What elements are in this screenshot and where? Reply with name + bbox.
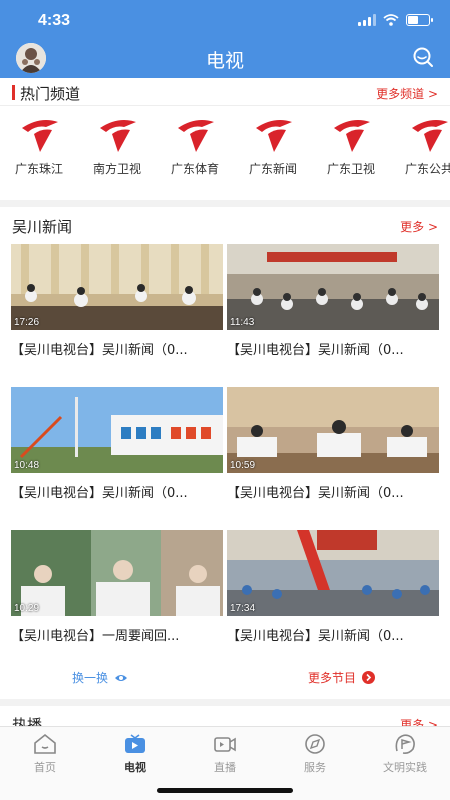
section-accent-bar bbox=[12, 85, 15, 100]
video-thumbnail: 10:29 bbox=[11, 530, 223, 616]
flag-badge-icon bbox=[395, 734, 415, 754]
signal-icon bbox=[358, 14, 376, 26]
channel-logo-icon bbox=[100, 120, 136, 152]
eye-icon bbox=[115, 674, 128, 681]
hot-channels-title: 热门频道 bbox=[20, 85, 81, 103]
channel-label: 广东公共 bbox=[404, 162, 450, 176]
video-thumbnail: 10:48 bbox=[11, 387, 223, 473]
tab-label: 首页 bbox=[34, 761, 56, 774]
news-more-link[interactable]: 更多 > bbox=[400, 218, 438, 235]
video-camera-icon bbox=[214, 737, 236, 752]
video-card[interactable]: 11:43 【吴川电视台】吴川新闻（0... bbox=[227, 244, 439, 358]
video-card[interactable]: 17:34 【吴川电视台】吴川新闻（0... bbox=[227, 530, 439, 644]
channel-label: 南方卫视 bbox=[92, 162, 141, 176]
news-section: 吴川新闻 更多 > 17:26 【吴川电视台】吴川新闻（0... 11:43 【… bbox=[0, 207, 450, 699]
tab-label: 服务 bbox=[304, 761, 326, 774]
tab-civilization-practice[interactable]: 文明实践 bbox=[370, 733, 440, 775]
channel-label: 广东新闻 bbox=[248, 162, 297, 176]
swap-button[interactable]: 换一换 bbox=[72, 669, 128, 686]
tab-home[interactable]: 首页 bbox=[10, 733, 80, 775]
page-title: 电视 bbox=[205, 50, 244, 72]
video-card[interactable]: 10:59 【吴川电视台】吴川新闻（0... bbox=[227, 387, 439, 501]
status-icons bbox=[358, 14, 433, 26]
tv-icon bbox=[125, 734, 145, 753]
tab-label: 直播 bbox=[214, 761, 236, 774]
status-time: 4:33 bbox=[38, 12, 71, 29]
channel-list: 广东珠江 南方卫视 广东体育 广东新闻 广东卫视 广东公共 bbox=[0, 112, 450, 196]
app-header: 4:33 电视 bbox=[0, 0, 450, 78]
video-title: 【吴川电视台】吴川新闻（0... bbox=[11, 343, 188, 358]
video-duration: 10:59 bbox=[230, 460, 256, 471]
channel-logo-icon bbox=[334, 120, 370, 152]
search-icon[interactable] bbox=[412, 46, 434, 68]
video-thumbnail: 17:26 bbox=[11, 244, 223, 330]
tab-label: 文明实践 bbox=[383, 761, 427, 774]
video-title: 【吴川电视台】吴川新闻（0... bbox=[227, 629, 404, 644]
video-duration: 10:29 bbox=[14, 603, 40, 614]
video-title: 【吴川电视台】吴川新闻（0... bbox=[11, 486, 188, 501]
chevron-right-circle-icon bbox=[362, 671, 376, 684]
video-duration: 11:43 bbox=[230, 317, 255, 328]
more-channels-link[interactable]: 更多频道 > bbox=[376, 85, 438, 102]
hot-channels-header: 热门频道 更多频道 > bbox=[0, 78, 450, 106]
video-duration: 10:48 bbox=[14, 460, 40, 471]
channel-logo-icon bbox=[412, 120, 448, 152]
wifi-icon bbox=[383, 14, 399, 26]
news-section-title: 吴川新闻 bbox=[12, 218, 73, 236]
channel-item[interactable]: 广东珠江 bbox=[6, 112, 72, 177]
video-card[interactable]: 10:29 【吴川电视台】一周要闻回... bbox=[11, 530, 223, 644]
channel-label: 广东珠江 bbox=[14, 162, 63, 176]
channel-logo-icon bbox=[256, 120, 292, 152]
home-indicator[interactable] bbox=[157, 788, 293, 793]
channel-item[interactable]: 广东公共 bbox=[396, 112, 450, 177]
channel-item[interactable]: 广东体育 bbox=[162, 112, 228, 177]
channel-label: 广东体育 bbox=[170, 162, 219, 176]
tab-live[interactable]: 直播 bbox=[190, 733, 260, 775]
channel-label: 广东卫视 bbox=[326, 162, 375, 176]
channel-item[interactable]: 南方卫视 bbox=[84, 112, 150, 177]
channel-logo-icon bbox=[22, 120, 58, 152]
video-thumbnail: 11:43 bbox=[227, 244, 439, 330]
video-thumbnail: 10:59 bbox=[227, 387, 439, 473]
video-title: 【吴川电视台】吴川新闻（0... bbox=[227, 486, 404, 501]
video-title: 【吴川电视台】一周要闻回... bbox=[11, 629, 180, 644]
compass-icon bbox=[305, 734, 325, 754]
tab-services[interactable]: 服务 bbox=[280, 733, 350, 775]
swap-label: 换一换 bbox=[72, 671, 109, 685]
hot-play-section: 热播 更多 > bbox=[0, 706, 450, 726]
video-duration: 17:26 bbox=[14, 317, 40, 328]
more-programs-button[interactable]: 更多节目 bbox=[308, 669, 376, 686]
more-programs-label: 更多节目 bbox=[308, 671, 357, 685]
battery-icon bbox=[406, 14, 433, 26]
hot-channels-section: 热门频道 更多频道 > 广东珠江 南方卫视 广东体育 广东新闻 广东卫视 广东公… bbox=[0, 78, 450, 200]
video-thumbnail: 17:34 bbox=[227, 530, 439, 616]
video-card[interactable]: 17:26 【吴川电视台】吴川新闻（0... bbox=[11, 244, 223, 358]
channel-item[interactable]: 广东卫视 bbox=[318, 112, 384, 177]
tab-tv[interactable]: 电视 bbox=[100, 733, 170, 775]
video-title: 【吴川电视台】吴川新闻（0... bbox=[227, 343, 404, 358]
video-duration: 17:34 bbox=[230, 603, 256, 614]
hot-play-more-link[interactable]: 更多 > bbox=[400, 716, 438, 726]
video-card[interactable]: 10:48 【吴川电视台】吴川新闻（0... bbox=[11, 387, 223, 501]
hot-play-title: 热播 bbox=[12, 716, 43, 726]
home-icon bbox=[34, 733, 56, 754]
channel-item[interactable]: 广东新闻 bbox=[240, 112, 306, 177]
channel-logo-icon bbox=[178, 120, 214, 152]
news-footer: 换一换 更多节目 bbox=[0, 669, 450, 689]
tab-label: 电视 bbox=[124, 761, 146, 774]
